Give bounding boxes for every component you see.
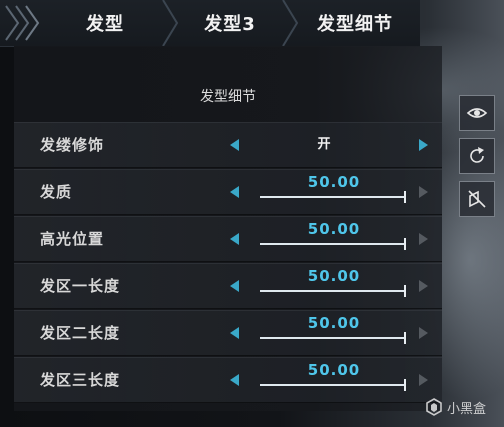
increase-arrow-icon[interactable] xyxy=(419,233,428,245)
row-label: 发缕修饰 xyxy=(40,136,105,154)
breadcrumb-separator-icon xyxy=(162,0,179,46)
row-hair-texture: 发质 50.00 xyxy=(14,169,442,215)
increase-arrow-icon[interactable] xyxy=(419,374,428,386)
row-zone-two-length: 发区二长度 50.00 xyxy=(14,310,442,356)
increase-arrow-icon[interactable] xyxy=(419,327,428,339)
slider-track[interactable] xyxy=(260,285,406,297)
xiaoheihe-logo-icon xyxy=(426,398,442,416)
row-label: 发区三长度 xyxy=(40,371,121,389)
decrease-arrow-icon[interactable] xyxy=(230,186,239,198)
slider-value: 50.00 xyxy=(307,220,361,238)
row-label: 发区一长度 xyxy=(40,277,121,295)
slider-track[interactable] xyxy=(260,238,406,250)
slider-value: 50.00 xyxy=(307,361,361,379)
decrease-arrow-icon[interactable] xyxy=(230,233,239,245)
slider-track[interactable] xyxy=(260,379,406,391)
row-zone-one-length: 发区一长度 50.00 xyxy=(14,263,442,309)
increase-arrow-icon[interactable] xyxy=(419,280,428,292)
preview-eye-button[interactable] xyxy=(459,95,495,131)
row-label: 发区二长度 xyxy=(40,324,121,342)
toggle-value: 开 xyxy=(317,137,331,152)
decrease-arrow-icon[interactable] xyxy=(230,280,239,292)
hide-icon xyxy=(468,190,486,208)
slider-handle[interactable] xyxy=(404,191,406,203)
breadcrumb-item-hairstyle-3[interactable]: 发型3 xyxy=(180,0,280,46)
breadcrumb-item-hair-details[interactable]: 发型细节 xyxy=(300,0,410,46)
watermark-text: 小黑盒 xyxy=(447,401,487,417)
row-label: 发质 xyxy=(40,183,73,201)
row-zone-three-length: 发区三长度 50.00 xyxy=(14,357,442,403)
panel-title: 发型细节 xyxy=(200,89,256,105)
eye-icon xyxy=(466,108,488,118)
row-label: 高光位置 xyxy=(40,230,105,248)
row-highlight-position: 高光位置 50.00 xyxy=(14,216,442,262)
watermark: 小黑盒 xyxy=(425,396,486,418)
decrease-arrow-icon[interactable] xyxy=(230,327,239,339)
increase-arrow-icon[interactable] xyxy=(419,139,428,151)
breadcrumb: 发型 发型3 发型细节 xyxy=(0,0,420,47)
rotate-button[interactable] xyxy=(459,138,495,174)
slider-handle[interactable] xyxy=(404,285,406,297)
rotate-icon xyxy=(470,147,484,163)
hide-toggle-button[interactable] xyxy=(459,181,495,217)
decrease-arrow-icon[interactable] xyxy=(230,374,239,386)
breadcrumb-item-hairstyle[interactable]: 发型 xyxy=(50,0,160,46)
increase-arrow-icon[interactable] xyxy=(419,186,428,198)
slider-handle[interactable] xyxy=(404,332,406,344)
slider-handle[interactable] xyxy=(404,379,406,391)
slider-value: 50.00 xyxy=(307,314,361,332)
slider-track[interactable] xyxy=(260,332,406,344)
slider-value: 50.00 xyxy=(307,173,361,191)
slider-value: 50.00 xyxy=(307,267,361,285)
back-chevrons-icon[interactable] xyxy=(0,0,44,46)
slider-track[interactable] xyxy=(260,191,406,203)
breadcrumb-separator-icon xyxy=(282,0,299,46)
row-hair-strand-decoration: 发缕修饰 开 xyxy=(14,122,442,168)
decrease-arrow-icon[interactable] xyxy=(230,139,239,151)
slider-handle[interactable] xyxy=(404,238,406,250)
